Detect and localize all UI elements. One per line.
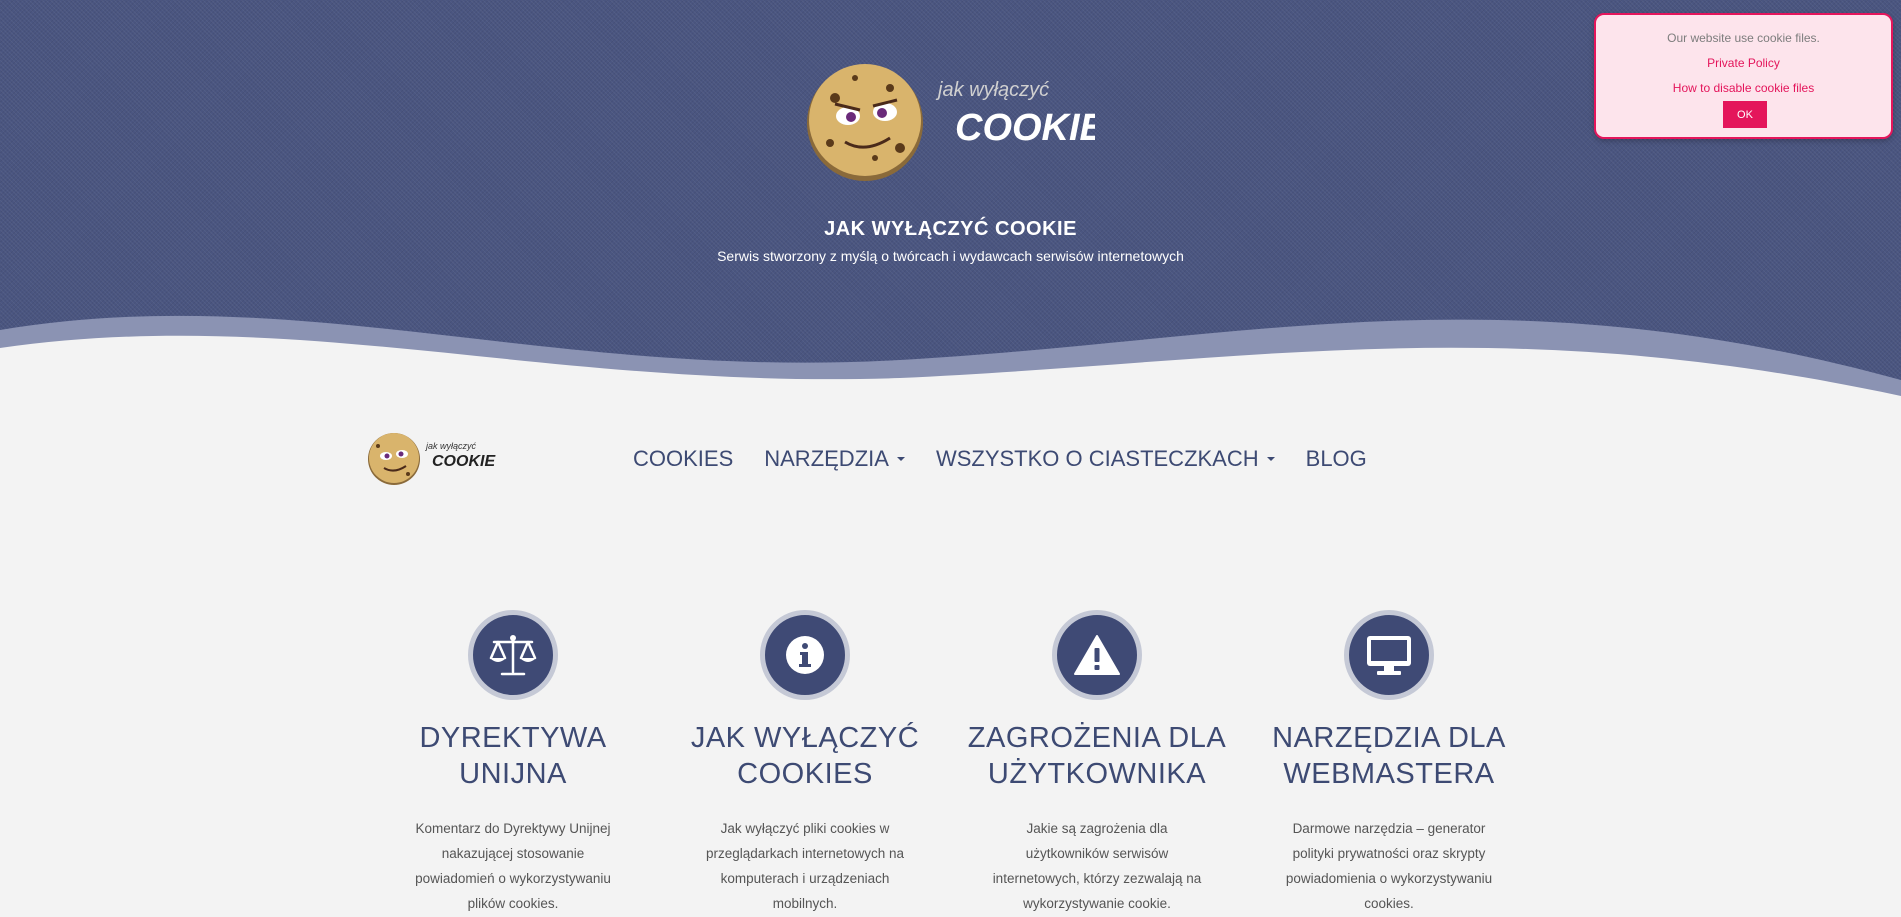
- disable-cookies-link[interactable]: How to disable cookie files: [1596, 81, 1891, 95]
- feature-description: Darmowe narzędzia – generator polityki p…: [1285, 821, 1493, 911]
- feature-title[interactable]: JAK WYŁĄCZYĆ COOKIES: [675, 720, 935, 792]
- feature-jak-wylaczyc: JAK WYŁĄCZYĆ COOKIES Jak wyłączyć pliki …: [675, 610, 935, 916]
- scales-icon: [489, 635, 537, 676]
- svg-text:COOKIE?: COOKIE?: [955, 107, 1095, 149]
- hero-subtitle: Serwis stworzony z myślą o twórcach i wy…: [717, 248, 1184, 264]
- nav-item-label: WSZYSTKO O CIASTECZKACH: [935, 446, 1259, 471]
- warning-icon: [1074, 635, 1120, 675]
- feature-title[interactable]: ZAGROŻENIA DLA UŻYTKOWNIKA: [967, 720, 1227, 792]
- feature-description: Komentarz do Dyrektywy Unijnej nakazując…: [415, 821, 611, 911]
- feature-title-line: DYREKTYWA: [419, 722, 607, 754]
- feature-icon-circle[interactable]: [1344, 610, 1434, 700]
- chevron-down-icon: [896, 457, 905, 461]
- nav-item-wszystko-o-ciasteczkach[interactable]: WSZYSTKO O CIASTECZKACH: [936, 446, 1275, 472]
- feature-title-line: JAK WYŁĄCZYĆ: [690, 722, 920, 754]
- nav-item-blog[interactable]: BLOG: [1306, 446, 1367, 472]
- info-icon: [786, 636, 824, 674]
- cookie-notice: Our website use cookie files. Private Po…: [1594, 13, 1893, 139]
- site-logo[interactable]: jak wyłączyć COOKIE?: [805, 58, 1095, 188]
- feature-zagrozenia: ZAGROŻENIA DLA UŻYTKOWNIKA Jakie są zagr…: [967, 610, 1227, 916]
- feature-title-line: WEBMASTERA: [1283, 758, 1495, 790]
- cookie-mascot-icon: [368, 433, 420, 485]
- feature-description: Jakie są zagrożenia dla użytkowników ser…: [992, 821, 1202, 911]
- chevron-down-icon: [1266, 457, 1275, 461]
- svg-text:jak wyłączyć: jak wyłączyć: [935, 79, 1049, 101]
- feature-title[interactable]: DYREKTYWA UNIJNA: [383, 720, 643, 792]
- feature-title[interactable]: NARZĘDZIA DLA WEBMASTERA: [1259, 720, 1519, 792]
- nav-logo[interactable]: jak wyłączyć COOKIE?: [366, 430, 496, 488]
- privacy-policy-link[interactable]: Private Policy: [1596, 56, 1891, 70]
- feature-title-line: NARZĘDZIA DLA: [1272, 722, 1506, 754]
- svg-text:COOKIE?: COOKIE?: [432, 453, 496, 470]
- feature-title-line: COOKIES: [737, 758, 873, 790]
- nav-item-label: BLOG: [1305, 446, 1367, 471]
- cookie-notice-text: Our website use cookie files.: [1667, 31, 1820, 45]
- feature-icon-circle[interactable]: [468, 610, 558, 700]
- feature-title-line: ZAGROŻENIA DLA: [967, 722, 1227, 754]
- monitor-icon: [1367, 636, 1411, 675]
- main-nav: COOKIES NARZĘDZIA WSZYSTKO O CIASTECZKAC…: [633, 446, 1398, 472]
- nav-item-narzedzia[interactable]: NARZĘDZIA: [764, 446, 905, 472]
- cookie-mascot-icon: [807, 64, 923, 181]
- feature-title-line: UŻYTKOWNIKA: [987, 758, 1207, 790]
- feature-title-line: UNIJNA: [459, 758, 567, 790]
- feature-dyrektywa: DYREKTYWA UNIJNA Komentarz do Dyrektywy …: [383, 610, 643, 916]
- nav-item-cookies[interactable]: COOKIES: [633, 446, 733, 472]
- nav-item-label: NARZĘDZIA: [764, 446, 889, 471]
- wave-divider: [0, 315, 1901, 400]
- feature-icon-circle[interactable]: [1052, 610, 1142, 700]
- feature-icon-circle[interactable]: [760, 610, 850, 700]
- cookie-ok-button[interactable]: OK: [1723, 101, 1767, 128]
- svg-text:jak wyłączyć: jak wyłączyć: [425, 441, 477, 451]
- hero-title: JAK WYŁĄCZYĆ COOKIE: [824, 218, 1077, 240]
- feature-narzedzia: NARZĘDZIA DLA WEBMASTERA Darmowe narzędz…: [1259, 610, 1519, 916]
- feature-description: Jak wyłączyć pliki cookies w przeglądark…: [705, 821, 905, 911]
- nav-item-label: COOKIES: [633, 446, 734, 471]
